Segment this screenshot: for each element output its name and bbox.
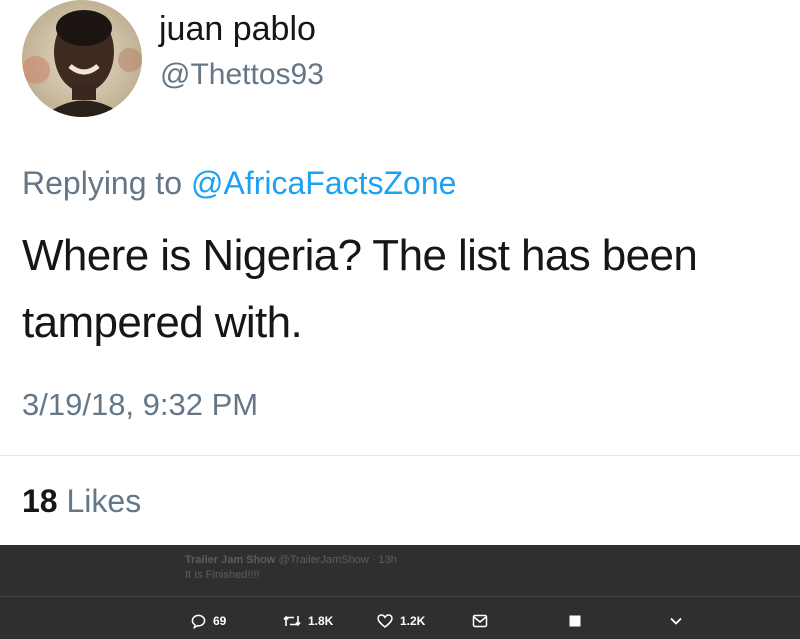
avatar-photo: [22, 0, 142, 117]
reply-mention-link[interactable]: @AfricaFactsZone: [191, 165, 456, 201]
divider: [0, 455, 800, 456]
author-handle[interactable]: @Thettos93: [160, 58, 324, 92]
likes-count: 18: [22, 483, 58, 519]
square-icon: [569, 615, 581, 627]
replying-to: Replying to @AfricaFactsZone: [22, 165, 456, 202]
ghost-author: Trailer Jam Show: [185, 554, 276, 566]
mail-icon: [472, 614, 488, 628]
retweet-button[interactable]: 1.8K: [283, 611, 333, 631]
bookmark-button[interactable]: [569, 611, 581, 631]
replying-to-label: Replying to: [22, 165, 191, 201]
tweet-text: Where is Nigeria? The list has been tamp…: [22, 231, 698, 347]
bar-divider: [0, 596, 800, 597]
retweet-count: 1.8K: [308, 614, 334, 628]
reply-icon: [191, 614, 206, 629]
ghost-handle: @TrailerJamShow · 13h: [278, 554, 397, 566]
like-button[interactable]: 1.2K: [377, 611, 425, 631]
author-name[interactable]: juan pablo: [159, 10, 316, 49]
reply-count: 69: [213, 614, 227, 628]
reply-button[interactable]: 69: [191, 611, 226, 631]
more-button[interactable]: [670, 611, 682, 631]
likes-label: Likes: [66, 483, 142, 519]
avatar[interactable]: [22, 0, 142, 117]
retweet-icon: [283, 615, 301, 627]
tweet-timestamp[interactable]: 3/19/18, 9:32 PM: [22, 387, 258, 423]
likes-stat[interactable]: 18 Likes: [22, 483, 141, 520]
chevron-down-icon: [670, 617, 682, 625]
ghost-text: It Is Finished!!!!: [185, 569, 260, 581]
message-button[interactable]: [472, 611, 488, 631]
like-count: 1.2K: [400, 614, 426, 628]
background-tweet-ghost: Trailer Jam Show @TrailerJamShow · 13h I…: [185, 553, 397, 583]
tweet-action-bar: Trailer Jam Show @TrailerJamShow · 13h I…: [0, 545, 800, 639]
heart-icon: [377, 614, 393, 628]
